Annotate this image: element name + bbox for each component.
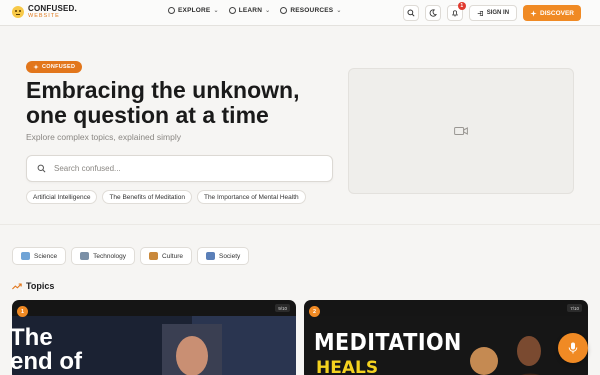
chevron-down-icon: ⌄ <box>336 8 342 14</box>
search-box[interactable] <box>26 155 333 182</box>
discover-label: DISCOVER <box>540 9 574 17</box>
nav-learn-label: LEARN <box>238 7 263 14</box>
nav-resources[interactable]: RESOURCES ⌄ <box>280 7 341 14</box>
header-actions: 1 SIGN IN DISCOVER <box>402 2 581 21</box>
section-divider <box>0 224 600 225</box>
chevron-down-icon: ⌄ <box>213 8 219 14</box>
category-science[interactable]: Science <box>12 247 67 265</box>
topic-card-subtitle: HEALS <box>316 358 379 375</box>
topic-card-title: MEDITATION <box>314 330 462 356</box>
category-society[interactable]: Society <box>196 247 250 265</box>
suggestion-chip[interactable]: Artificial Intelligence <box>26 190 98 204</box>
nav-learn[interactable]: LEARN ⌄ <box>228 7 271 14</box>
topic-title-line: The <box>10 324 53 351</box>
bell-icon <box>451 10 458 17</box>
topic-count-badge: 9/10 <box>275 304 290 312</box>
compass-icon <box>280 7 288 14</box>
hero-subtitle: Explore complex topics, explained simply <box>26 132 181 142</box>
search-input[interactable] <box>54 164 314 173</box>
search-icon <box>407 9 415 17</box>
category-label: Culture <box>162 252 183 260</box>
nav-explore[interactable]: EXPLORE ⌄ <box>168 7 219 14</box>
topic-card-title: The end of <box>10 326 110 374</box>
brand-subtitle: WEBSITE <box>28 13 60 19</box>
brand-logo[interactable]: CONFUSED. WEBSITE <box>12 5 77 20</box>
microphone-icon <box>568 342 578 354</box>
suggestion-chips: Artificial Intelligence The Benefits of … <box>26 190 306 204</box>
people-icon <box>205 252 215 260</box>
topic-title-line: end of <box>10 348 82 375</box>
main-menu: EXPLORE ⌄ LEARN ⌄ RESOURCES ⌄ <box>168 7 342 14</box>
topic-count-badge: 7/10 <box>567 304 582 312</box>
theme-toggle-button[interactable] <box>424 5 441 21</box>
nav-resources-label: RESOURCES <box>290 7 334 14</box>
palette-icon <box>149 252 159 260</box>
chevron-down-icon: ⌄ <box>265 8 271 14</box>
brand-name: CONFUSED. <box>28 4 77 13</box>
suggestion-chip[interactable]: The Importance of Mental Health <box>196 190 306 204</box>
top-navbar: CONFUSED. WEBSITE EXPLORE ⌄ LEARN ⌄ RESO… <box>0 0 600 26</box>
discover-button[interactable]: DISCOVER <box>523 5 581 21</box>
category-culture[interactable]: Culture <box>140 247 192 265</box>
suggestion-chip[interactable]: The Benefits of Meditation <box>102 190 192 204</box>
sparkle-icon <box>33 64 39 70</box>
sign-in-label: SIGN IN <box>486 10 510 16</box>
moon-icon <box>429 9 437 17</box>
hero-tag-label: CONFUSED <box>42 64 76 70</box>
topic-number: 1 <box>17 306 28 317</box>
search-icon <box>37 164 46 173</box>
hero-tag: CONFUSED <box>26 61 83 73</box>
category-technology[interactable]: Technology <box>71 247 136 265</box>
notification-badge: 1 <box>457 2 466 10</box>
category-label: Technology <box>93 252 127 260</box>
category-filters: Science Technology Culture Society <box>12 247 250 265</box>
category-label: Science <box>34 252 58 260</box>
compass-icon <box>228 7 236 14</box>
search-button[interactable] <box>402 5 419 21</box>
topic-number: 2 <box>309 306 320 317</box>
robot-icon <box>80 252 90 260</box>
topics-heading-label: Topics <box>26 281 55 291</box>
sparkle-icon <box>530 9 537 17</box>
video-camera-icon <box>454 127 468 135</box>
confused-face-icon <box>12 6 24 19</box>
lab-icon <box>21 252 30 260</box>
sign-in-button[interactable]: SIGN IN <box>468 5 518 21</box>
trending-up-icon <box>12 282 22 289</box>
topics-heading: Topics <box>12 281 54 291</box>
compass-icon <box>168 7 175 14</box>
category-label: Society <box>218 252 241 260</box>
nav-explore-label: EXPLORE <box>178 7 211 14</box>
hero-title: Embracing the unknown, one question at a… <box>26 77 300 128</box>
login-icon <box>477 10 483 16</box>
notifications-button[interactable]: 1 <box>446 2 466 21</box>
voice-search-button[interactable] <box>558 333 588 363</box>
hero-video-placeholder[interactable] <box>348 68 574 194</box>
